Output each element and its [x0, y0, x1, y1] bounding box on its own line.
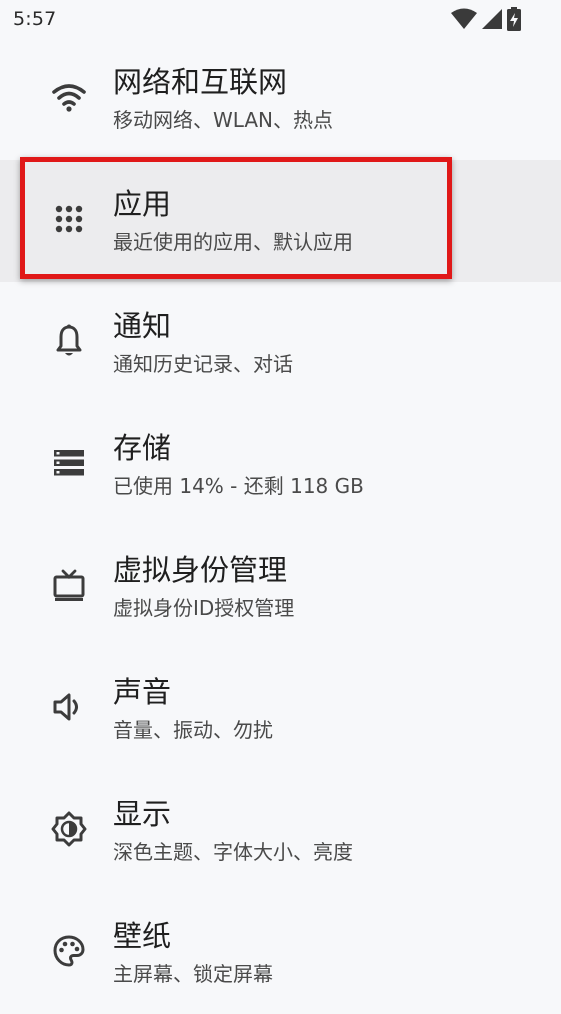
item-title: 通知: [113, 309, 172, 343]
settings-item-network[interactable]: 网络和互联网 移动网络、WLAN、热点: [0, 38, 561, 160]
palette-icon: [48, 930, 90, 972]
battery-charging-icon: [507, 7, 521, 31]
brightness-icon: [48, 808, 90, 850]
item-subtitle: 深色主题、字体大小、亮度: [113, 840, 353, 864]
tv-icon: [48, 564, 90, 606]
settings-item-virtual-identity[interactable]: 虚拟身份管理 虚拟身份ID授权管理: [0, 526, 561, 648]
settings-list: 网络和互联网 移动网络、WLAN、热点 应用 最近使用的应用、默认应用 通知 通…: [0, 38, 561, 1014]
apps-grid-icon: [48, 198, 90, 240]
item-title: 声音: [113, 675, 172, 709]
item-subtitle: 移动网络、WLAN、热点: [113, 108, 334, 132]
settings-item-wallpaper[interactable]: 壁纸 主屏幕、锁定屏幕: [0, 892, 561, 1014]
item-title: 显示: [113, 797, 172, 831]
item-subtitle: 通知历史记录、对话: [113, 352, 293, 376]
speaker-icon: [48, 686, 90, 728]
settings-item-apps[interactable]: 应用 最近使用的应用、默认应用: [0, 160, 561, 282]
item-subtitle: 音量、振动、勿扰: [113, 718, 273, 742]
settings-item-storage[interactable]: 存储 已使用 14% - 还剩 118 GB: [0, 404, 561, 526]
item-subtitle: 最近使用的应用、默认应用: [113, 230, 353, 254]
item-title: 壁纸: [113, 919, 172, 953]
status-time: 5:57: [13, 8, 57, 30]
item-subtitle: 已使用 14% - 还剩 118 GB: [113, 474, 364, 498]
item-subtitle: 虚拟身份ID授权管理: [113, 596, 295, 620]
item-title: 应用: [113, 187, 172, 221]
cell-signal-icon: [482, 9, 502, 29]
status-icons: [451, 7, 521, 31]
wifi-icon: [48, 76, 90, 118]
item-title: 存储: [113, 431, 172, 465]
item-title: 网络和互联网: [113, 65, 288, 99]
status-bar: 5:57: [0, 0, 561, 40]
settings-item-notifications[interactable]: 通知 通知历史记录、对话: [0, 282, 561, 404]
settings-item-sound[interactable]: 声音 音量、振动、勿扰: [0, 648, 561, 770]
bell-icon: [48, 320, 90, 362]
storage-icon: [48, 442, 90, 484]
settings-item-display[interactable]: 显示 深色主题、字体大小、亮度: [0, 770, 561, 892]
item-subtitle: 主屏幕、锁定屏幕: [113, 962, 273, 986]
wifi-signal-icon: [451, 8, 477, 29]
item-title: 虚拟身份管理: [113, 553, 288, 587]
